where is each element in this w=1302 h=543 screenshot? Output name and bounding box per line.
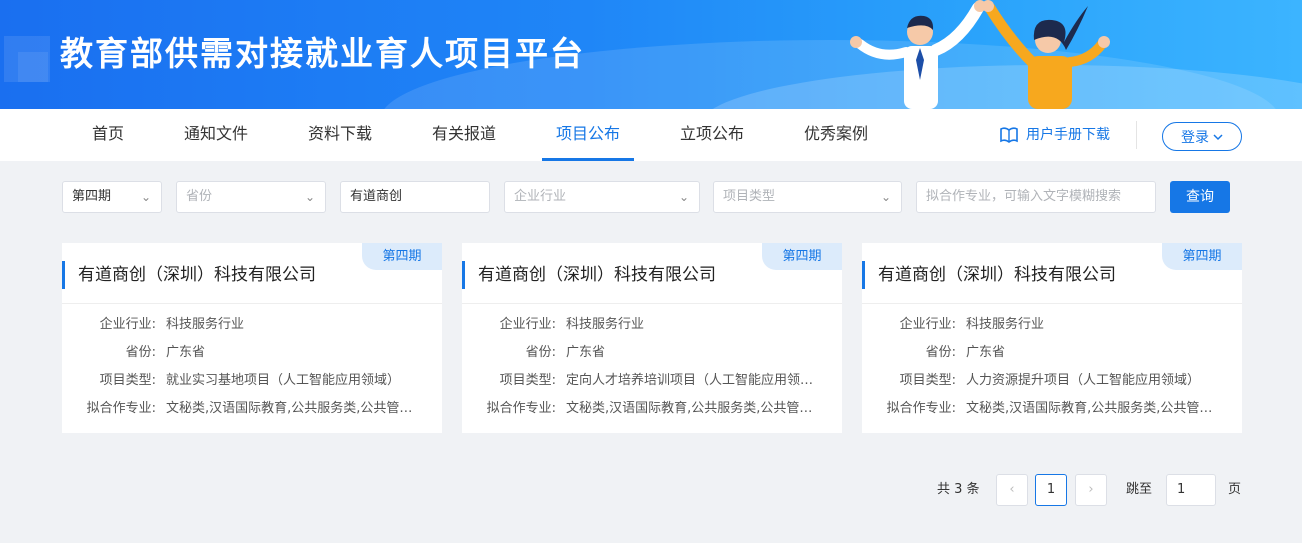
page-1-button[interactable]: 1 [1035, 474, 1067, 506]
company-name[interactable]: 有道商创（深圳）科技有限公司 [62, 261, 316, 289]
jump-page-input[interactable]: 1 [1166, 474, 1216, 506]
jump-label: 跳至 [1126, 482, 1153, 497]
nav-divider [1136, 121, 1137, 149]
field-label: 省份: [925, 345, 956, 360]
nav-item-reports[interactable]: 有关报道 [420, 109, 508, 161]
period-value: 第四期 [72, 189, 112, 204]
period-badge: 第四期 [362, 243, 442, 270]
nav-item-home[interactable]: 首页 [78, 109, 138, 161]
field-majors: 拟合作专业: 文秘类,汉语国际教育,公共服务类,公共管理类 [62, 399, 442, 419]
chevron-down-icon: ⌄ [880, 190, 891, 204]
company-name[interactable]: 有道商创（深圳）科技有限公司 [862, 261, 1116, 289]
nav-item-downloads[interactable]: 资料下载 [296, 109, 384, 161]
industry-placeholder: 企业行业 [514, 189, 567, 204]
field-value: 文秘类,汉语国际教育,公共服务类,公共管理类 [166, 401, 420, 416]
field-province: 省份: 广东省 [862, 343, 1242, 363]
project-card[interactable]: 第四期 有道商创（深圳）科技有限公司 企业行业: 科技服务行业 省份: 广东省 … [62, 243, 442, 433]
field-province: 省份: 广东省 [62, 343, 442, 363]
field-industry: 企业行业: 科技服务行业 [462, 315, 842, 335]
province-select[interactable]: 省份 ⌄ [176, 181, 326, 213]
chevron-down-icon: ⌄ [304, 190, 315, 204]
industry-select[interactable]: 企业行业 ⌄ [504, 181, 700, 213]
nav-item-approval-announce[interactable]: 立项公布 [668, 109, 756, 161]
field-industry: 企业行业: 科技服务行业 [862, 315, 1242, 335]
field-majors: 拟合作专业: 文秘类,汉语国际教育,公共服务类,公共管理类 [462, 399, 842, 419]
field-value: 科技服务行业 [566, 317, 645, 332]
field-majors: 拟合作专业: 文秘类,汉语国际教育,公共服务类,公共管理类 [862, 399, 1242, 419]
period-badge: 第四期 [762, 243, 842, 270]
card-divider [62, 303, 442, 304]
field-value: 广东省 [966, 345, 1006, 360]
field-label: 项目类型: [899, 373, 956, 388]
major-search-placeholder: 拟合作专业，可输入文字模糊搜索 [926, 189, 1122, 204]
nav-item-notices[interactable]: 通知文件 [172, 109, 260, 161]
login-button[interactable]: 登录 [1162, 122, 1242, 151]
company-name[interactable]: 有道商创（深圳）科技有限公司 [462, 261, 716, 289]
header-banner: 教育部供需对接就业育人项目平台 [0, 0, 1302, 109]
field-industry: 企业行业: 科技服务行业 [62, 315, 442, 335]
login-label: 登录 [1181, 129, 1209, 146]
next-page-button[interactable]: › [1075, 474, 1107, 506]
field-value: 文秘类,汉语国际教育,公共服务类,公共管理类 [566, 401, 820, 416]
chevron-down-icon [1213, 133, 1223, 140]
field-label: 项目类型: [99, 373, 156, 388]
high-five-illustration [850, 0, 1110, 109]
field-label: 项目类型: [499, 373, 556, 388]
province-placeholder: 省份 [186, 189, 213, 204]
field-project-type: 项目类型: 定向人才培养培训项目（人工智能应用领域） [462, 371, 842, 391]
chevron-down-icon: ⌄ [140, 190, 151, 204]
field-label: 省份: [525, 345, 556, 360]
major-search-input[interactable]: 拟合作专业，可输入文字模糊搜索 [916, 181, 1156, 213]
project-type-select[interactable]: 项目类型 ⌄ [713, 181, 902, 213]
field-label: 拟合作专业: [86, 401, 156, 416]
platform-title: 教育部供需对接就业育人项目平台 [60, 34, 585, 73]
field-value: 广东省 [566, 345, 606, 360]
company-search-input[interactable]: 有道商创 [340, 181, 490, 213]
period-select[interactable]: 第四期 ⌄ [62, 181, 162, 213]
book-icon [1000, 127, 1018, 143]
field-label: 拟合作专业: [886, 401, 956, 416]
banner-decoration [18, 52, 48, 82]
page-unit-label: 页 [1228, 482, 1242, 497]
manual-download-label: 用户手册下载 [1026, 127, 1110, 143]
field-label: 拟合作专业: [486, 401, 556, 416]
field-value: 科技服务行业 [166, 317, 245, 332]
field-value: 人力资源提升项目（人工智能应用领域） [966, 373, 1201, 388]
field-province: 省份: 广东省 [462, 343, 842, 363]
nav-item-cases[interactable]: 优秀案例 [792, 109, 880, 161]
field-label: 企业行业: [99, 317, 156, 332]
query-button[interactable]: 查询 [1170, 181, 1230, 213]
field-label: 省份: [125, 345, 156, 360]
pagination-total: 共 3 条 [937, 482, 980, 497]
prev-page-button[interactable]: ‹ [996, 474, 1028, 506]
field-value: 定向人才培养培训项目（人工智能应用领域） [566, 373, 820, 388]
main-nav: 首页 通知文件 资料下载 有关报道 项目公布 立项公布 优秀案例 用户手册下载 … [0, 109, 1302, 161]
card-divider [462, 303, 842, 304]
project-card[interactable]: 第四期 有道商创（深圳）科技有限公司 企业行业: 科技服务行业 省份: 广东省 … [862, 243, 1242, 433]
nav-item-project-announce[interactable]: 项目公布 [542, 109, 634, 161]
field-value: 科技服务行业 [966, 317, 1045, 332]
company-search-value: 有道商创 [350, 189, 403, 204]
period-badge: 第四期 [1162, 243, 1242, 270]
card-divider [862, 303, 1242, 304]
manual-download-link[interactable]: 用户手册下载 [1000, 109, 1110, 161]
chevron-down-icon: ⌄ [678, 190, 689, 204]
field-project-type: 项目类型: 就业实习基地项目（人工智能应用领域） [62, 371, 442, 391]
field-value: 就业实习基地项目（人工智能应用领域） [166, 373, 401, 388]
field-value: 文秘类,汉语国际教育,公共服务类,公共管理类 [966, 401, 1220, 416]
field-label: 企业行业: [899, 317, 956, 332]
project-card[interactable]: 第四期 有道商创（深圳）科技有限公司 企业行业: 科技服务行业 省份: 广东省 … [462, 243, 842, 433]
field-value: 广东省 [166, 345, 206, 360]
field-label: 企业行业: [499, 317, 556, 332]
project-type-placeholder: 项目类型 [723, 189, 776, 204]
field-project-type: 项目类型: 人力资源提升项目（人工智能应用领域） [862, 371, 1242, 391]
